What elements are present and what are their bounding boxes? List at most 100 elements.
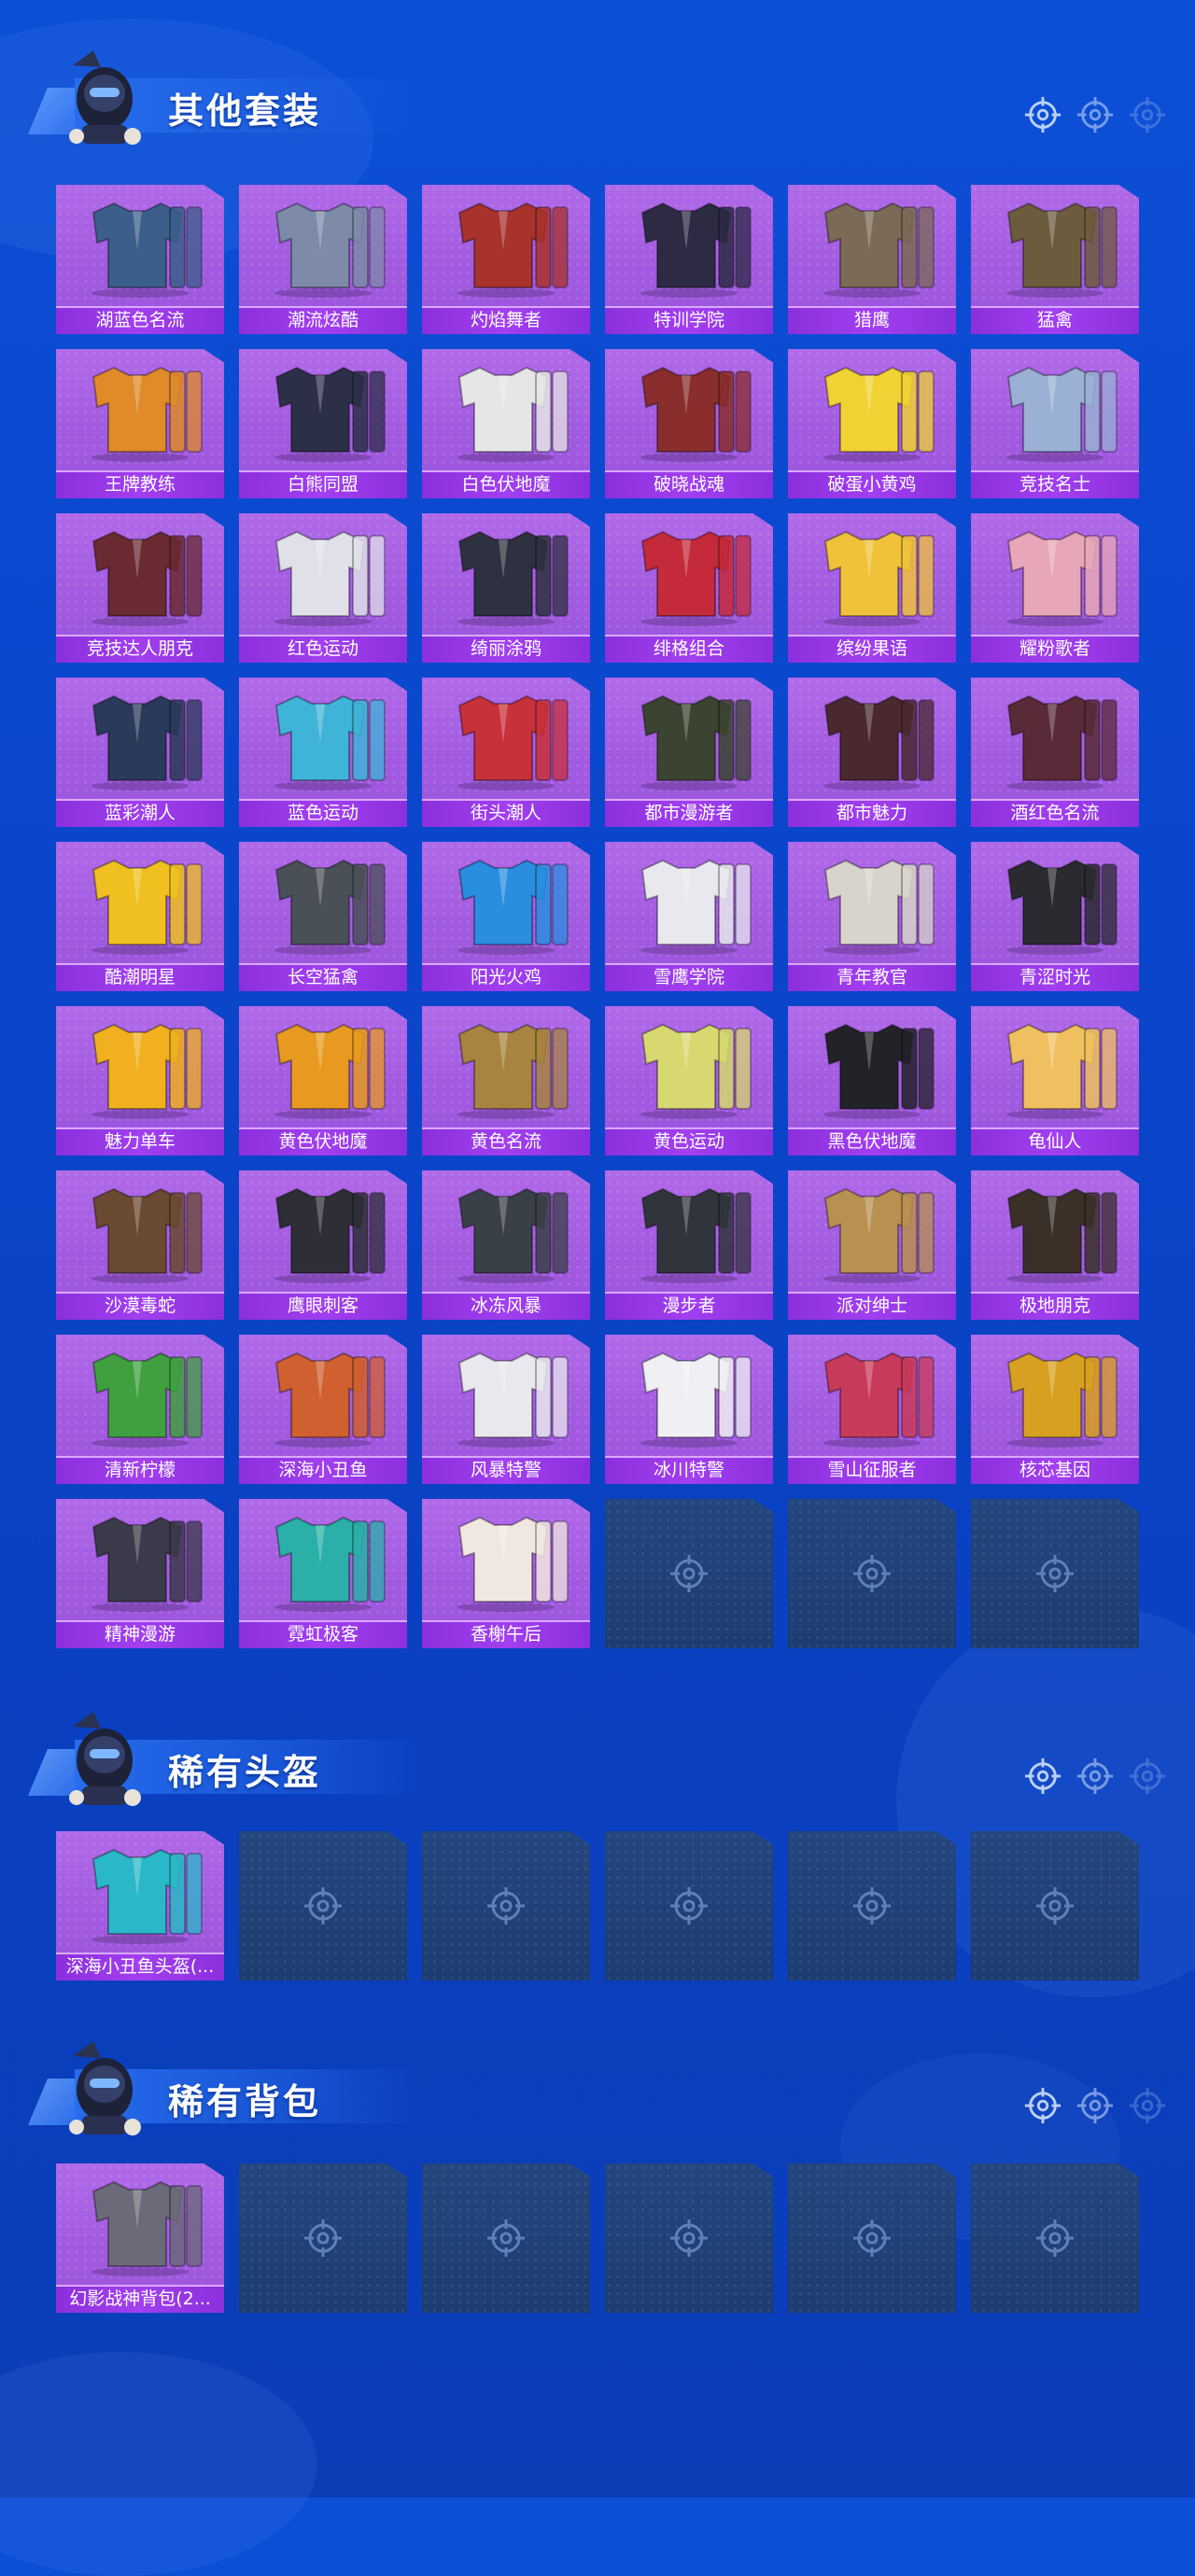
item-label: 街头潮人	[422, 799, 590, 827]
item-card[interactable]: 霓虹极客	[239, 1499, 407, 1648]
item-card[interactable]: 猛禽	[971, 185, 1139, 334]
item-card[interactable]: 鹰眼刺客	[239, 1170, 407, 1320]
item-card[interactable]: 都市漫游者	[605, 678, 773, 827]
item-card[interactable]: 潮流炫酷	[239, 185, 407, 334]
item-label: 霓虹极客	[239, 1620, 407, 1648]
item-card[interactable]: 核芯基因	[971, 1335, 1139, 1484]
deco-crosshairs	[1023, 95, 1167, 138]
section-title: 稀有背包	[168, 2081, 322, 2122]
empty-slot	[422, 2163, 590, 2313]
item-label: 黄色名流	[422, 1127, 590, 1155]
item-card[interactable]: 黄色名流	[422, 1006, 590, 1155]
item-card[interactable]: 都市魅力	[788, 678, 956, 827]
item-card[interactable]: 派对绅士	[788, 1170, 956, 1320]
item-card[interactable]: 湖蓝色名流	[56, 185, 224, 334]
item-card[interactable]: 沙漠毒蛇	[56, 1170, 224, 1320]
item-label: 极地朋克	[971, 1292, 1139, 1320]
item-card[interactable]: 冰冻风暴	[422, 1170, 590, 1320]
section-header: 其他套装	[28, 47, 1167, 149]
item-card[interactable]: 绮丽涂鸦	[422, 513, 590, 663]
section-header: 稀有头盔	[28, 1708, 1167, 1811]
item-card[interactable]: 破晓战魂	[605, 349, 773, 498]
deco-crosshairs	[1023, 2086, 1167, 2129]
empty-slot	[971, 1499, 1139, 1648]
item-card[interactable]: 红色运动	[239, 513, 407, 663]
item-card[interactable]: 破蛋小黄鸡	[788, 349, 956, 498]
item-card[interactable]: 缤纷果语	[788, 513, 956, 663]
item-card[interactable]: 街头潮人	[422, 678, 590, 827]
item-card[interactable]: 青涩时光	[971, 842, 1139, 991]
item-card[interactable]: 白熊同盟	[239, 349, 407, 498]
crosshair-icon	[1076, 1757, 1115, 1799]
empty-slot	[971, 1831, 1139, 1981]
item-label: 猎鹰	[788, 306, 956, 334]
item-card[interactable]: 特训学院	[605, 185, 773, 334]
item-card[interactable]: 竞技达人朋克	[56, 513, 224, 663]
item-card[interactable]: 魅力单车	[56, 1006, 224, 1155]
item-label: 阳光火鸡	[422, 963, 590, 991]
empty-slot	[239, 1831, 407, 1981]
item-label: 青年教官	[788, 963, 956, 991]
crosshair-icon	[1076, 95, 1115, 138]
item-card[interactable]: 雪山征服者	[788, 1335, 956, 1484]
item-card[interactable]: 风暴特警	[422, 1335, 590, 1484]
deco-crosshairs	[1023, 1757, 1167, 1799]
item-card[interactable]: 精神漫游	[56, 1499, 224, 1648]
empty-slot	[422, 1831, 590, 1981]
item-label: 冰冻风暴	[422, 1292, 590, 1320]
item-card[interactable]: 黄色运动	[605, 1006, 773, 1155]
item-card[interactable]: 深海小丑鱼头盔(...	[56, 1831, 224, 1981]
item-card[interactable]: 幻影战神背包(2...	[56, 2163, 224, 2313]
item-label: 都市魅力	[788, 799, 956, 827]
item-card[interactable]: 雪鹰学院	[605, 842, 773, 991]
item-label: 雪鹰学院	[605, 963, 773, 991]
item-card[interactable]: 深海小丑鱼	[239, 1335, 407, 1484]
item-label: 冰川特警	[605, 1456, 773, 1484]
item-card[interactable]: 灼焰舞者	[422, 185, 590, 334]
item-label: 青涩时光	[971, 963, 1139, 991]
crosshair-icon	[1128, 2086, 1167, 2129]
empty-slot	[239, 2163, 407, 2313]
item-label: 深海小丑鱼头盔(...	[56, 1953, 224, 1981]
item-label: 耀粉歌者	[971, 635, 1139, 663]
item-card[interactable]: 白色伏地魔	[422, 349, 590, 498]
item-card[interactable]: 青年教官	[788, 842, 956, 991]
item-card[interactable]: 酷潮明星	[56, 842, 224, 991]
item-label: 白熊同盟	[239, 470, 407, 498]
item-card[interactable]: 蓝色运动	[239, 678, 407, 827]
crosshair-icon	[1128, 95, 1167, 138]
item-card[interactable]: 酒红色名流	[971, 678, 1139, 827]
crosshair-icon	[1128, 1757, 1167, 1799]
item-card[interactable]: 王牌教练	[56, 349, 224, 498]
item-card[interactable]: 冰川特警	[605, 1335, 773, 1484]
item-label: 白色伏地魔	[422, 470, 590, 498]
item-label: 黄色伏地魔	[239, 1127, 407, 1155]
item-label: 酒红色名流	[971, 799, 1139, 827]
item-label: 幻影战神背包(2...	[56, 2285, 224, 2313]
item-card[interactable]: 竞技名士	[971, 349, 1139, 498]
item-card[interactable]: 蓝彩潮人	[56, 678, 224, 827]
item-label: 核芯基因	[971, 1456, 1139, 1484]
item-label: 雪山征服者	[788, 1456, 956, 1484]
item-card[interactable]: 黑色伏地魔	[788, 1006, 956, 1155]
item-label: 破蛋小黄鸡	[788, 470, 956, 498]
item-label: 风暴特警	[422, 1456, 590, 1484]
section-title: 其他套装	[168, 91, 322, 132]
item-card[interactable]: 长空猛禽	[239, 842, 407, 991]
item-card[interactable]: 黄色伏地魔	[239, 1006, 407, 1155]
item-card[interactable]: 龟仙人	[971, 1006, 1139, 1155]
item-label: 魅力单车	[56, 1127, 224, 1155]
item-card[interactable]: 绯格组合	[605, 513, 773, 663]
item-card[interactable]: 耀粉歌者	[971, 513, 1139, 663]
item-label: 缤纷果语	[788, 635, 956, 663]
item-card[interactable]: 香榭午后	[422, 1499, 590, 1648]
item-label: 特训学院	[605, 306, 773, 334]
item-label: 竞技达人朋克	[56, 635, 224, 663]
item-card[interactable]: 清新柠檬	[56, 1335, 224, 1484]
section-title: 稀有头盔	[168, 1752, 322, 1793]
item-card[interactable]: 阳光火鸡	[422, 842, 590, 991]
item-card[interactable]: 极地朋克	[971, 1170, 1139, 1320]
item-card[interactable]: 猎鹰	[788, 185, 956, 334]
item-card[interactable]: 漫步者	[605, 1170, 773, 1320]
item-label: 香榭午后	[422, 1620, 590, 1648]
